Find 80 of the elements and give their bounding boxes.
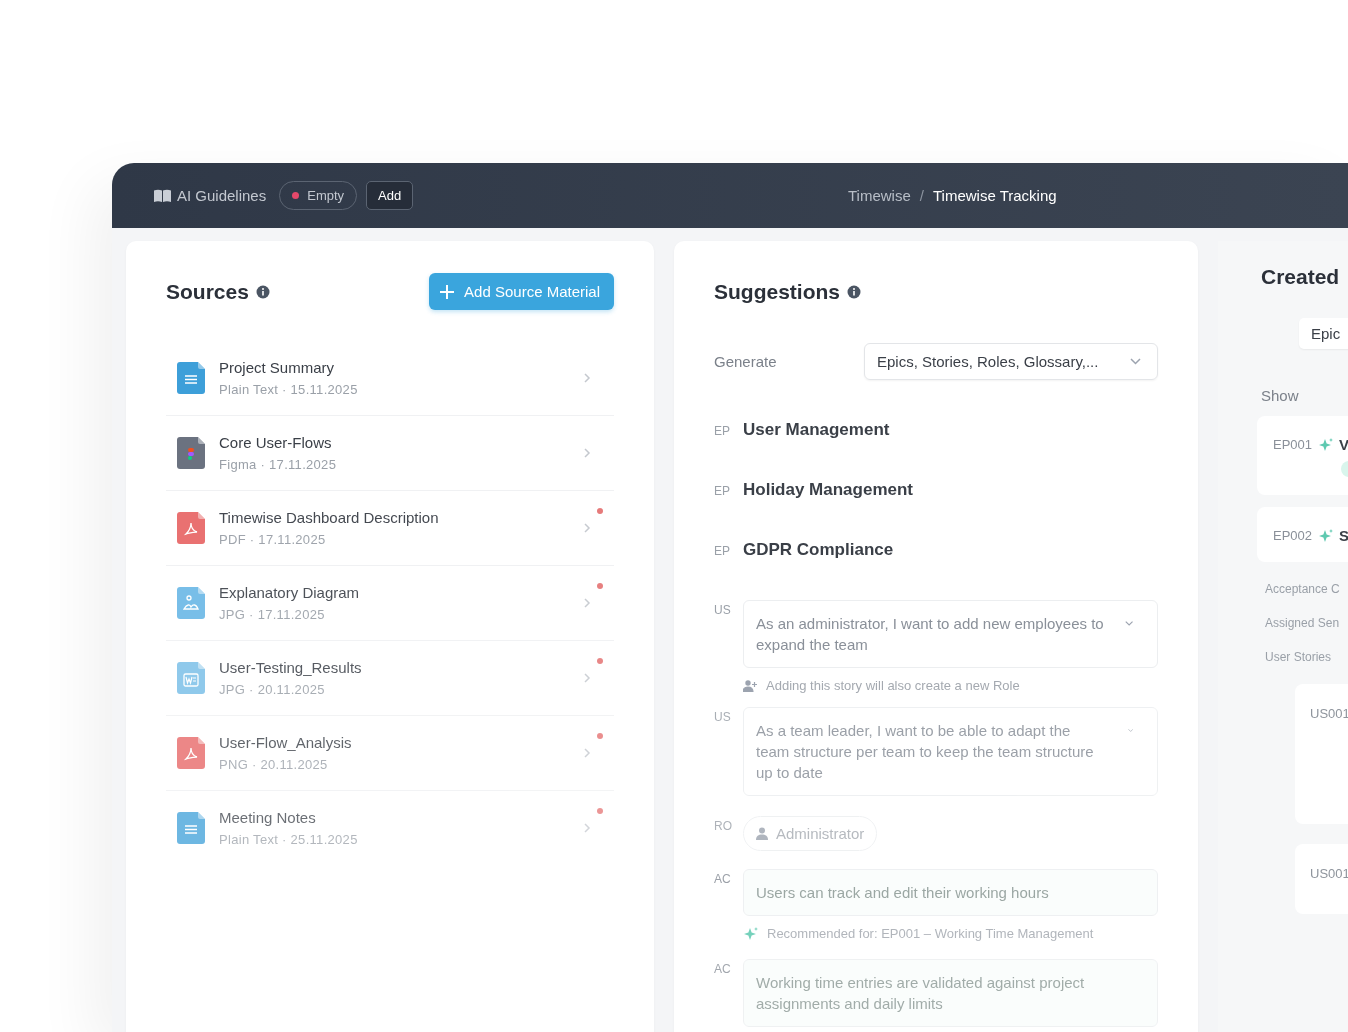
detail-label: User Stories	[1265, 650, 1332, 664]
epic-title[interactable]: GDPR Compliance	[743, 540, 1158, 560]
breadcrumb-separator: /	[919, 187, 924, 204]
chevron-down-icon	[1130, 358, 1141, 365]
type-tag: US	[714, 600, 730, 693]
book-icon	[154, 189, 171, 202]
note-text: Recommended for: EP001 – Working Time Management	[767, 926, 1094, 941]
file-icon	[177, 512, 205, 544]
detail-label: Acceptance C	[1265, 582, 1340, 596]
note-text: Adding this story will also create a new Role	[766, 678, 1020, 693]
sparkle-icon	[743, 926, 758, 941]
source-name: Explanatory Diagram	[219, 584, 361, 601]
type-tag: AC	[714, 869, 730, 941]
file-icon	[177, 587, 205, 619]
chevron-down-icon	[1127, 727, 1133, 734]
panel-title: Suggestions	[714, 279, 840, 304]
file-icon	[177, 437, 205, 469]
source-item[interactable]: Explanatory Diagram JPG · 17.11.2025	[166, 566, 614, 641]
epic-id: EP002	[1273, 528, 1313, 543]
detail-label: Assigned Sen	[1265, 616, 1340, 630]
source-item[interactable]: Project Summary Plain Text · 15.11.2025	[166, 341, 614, 416]
source-item[interactable]: Meeting Notes Plain Text · 25.11.2025	[166, 791, 614, 865]
status-label: Empty	[307, 188, 345, 203]
person-add-icon	[743, 679, 757, 692]
breadcrumb-item[interactable]: Timewise Tracking	[932, 187, 1057, 204]
chevron-right-icon	[584, 523, 591, 533]
info-icon	[847, 284, 861, 299]
file-icon	[177, 737, 205, 769]
source-meta: JPG · 17.11.2025	[219, 607, 326, 622]
epic-title[interactable]: User Management	[743, 420, 1158, 440]
chevron-right-icon	[584, 823, 591, 833]
guidelines-label: AI Guidelines	[154, 187, 267, 204]
type-tag: AC	[714, 959, 730, 1027]
source-item[interactable]: User-Flow_Analysis PNG · 20.11.2025	[166, 716, 614, 791]
source-item[interactable]: User-Testing_Results JPG · 20.11.2025	[166, 641, 614, 716]
source-item[interactable]: Core User-Flows Figma · 17.11.2025	[166, 416, 614, 491]
chevron-right-icon	[584, 748, 591, 758]
chevron-right-icon	[584, 673, 591, 683]
panel-title: Created	[1261, 265, 1340, 289]
panel-title: Sources	[166, 279, 249, 304]
type-tag: EP	[714, 480, 730, 540]
epic-title[interactable]: Holiday Management	[743, 480, 1158, 500]
sparkle-icon	[1318, 528, 1334, 543]
chevron-right-icon	[584, 373, 591, 383]
source-item[interactable]: Timewise Dashboard Description PDF · 17.11.2025	[166, 491, 614, 566]
source-meta: PNG · 20.11.2025	[219, 757, 329, 772]
file-icon	[177, 662, 205, 694]
add-button[interactable]: Add	[366, 181, 414, 210]
file-icon	[177, 362, 205, 394]
source-meta: Figma · 17.11.2025	[219, 457, 338, 472]
generate-dropdown[interactable]: Epics, Stories, Roles, Glossary,...	[864, 343, 1158, 380]
source-meta: PDF · 17.11.2025	[219, 532, 327, 547]
generate-label: Generate	[714, 353, 777, 370]
type-tag: US	[714, 707, 730, 796]
source-meta: Plain Text · 25.11.2025	[219, 832, 359, 847]
source-name: User-Flow_Analysis	[219, 734, 353, 751]
file-icon	[177, 812, 205, 844]
info-icon	[255, 284, 270, 299]
source-meta: Plain Text · 15.11.2025	[219, 382, 359, 397]
source-name: Timewise Dashboard Description	[219, 509, 440, 526]
epic-card[interactable]: EP002 S	[1257, 507, 1348, 562]
filter-dropdown[interactable]: Epic	[1299, 318, 1348, 349]
source-name: User-Testing_Results	[219, 659, 363, 676]
type-tag: RO	[714, 816, 730, 851]
epic-id: EP001	[1273, 437, 1313, 452]
sparkle-icon	[1318, 437, 1334, 452]
source-name: Core User-Flows	[219, 434, 333, 451]
show-label: Show	[1261, 387, 1299, 404]
chevron-right-icon	[584, 598, 591, 608]
source-name: Meeting Notes	[219, 809, 317, 826]
plus-icon	[440, 284, 455, 299]
source-meta: JPG · 20.11.2025	[219, 682, 326, 697]
source-name: Project Summary	[219, 359, 336, 376]
breadcrumb-item[interactable]: Timewise	[848, 187, 911, 204]
person-icon	[756, 827, 768, 840]
chevron-right-icon	[584, 448, 591, 458]
epic-title: S	[1339, 527, 1348, 544]
chevron-down-icon	[1124, 620, 1133, 627]
type-tag: EP	[714, 420, 730, 480]
type-tag: EP	[714, 540, 730, 600]
